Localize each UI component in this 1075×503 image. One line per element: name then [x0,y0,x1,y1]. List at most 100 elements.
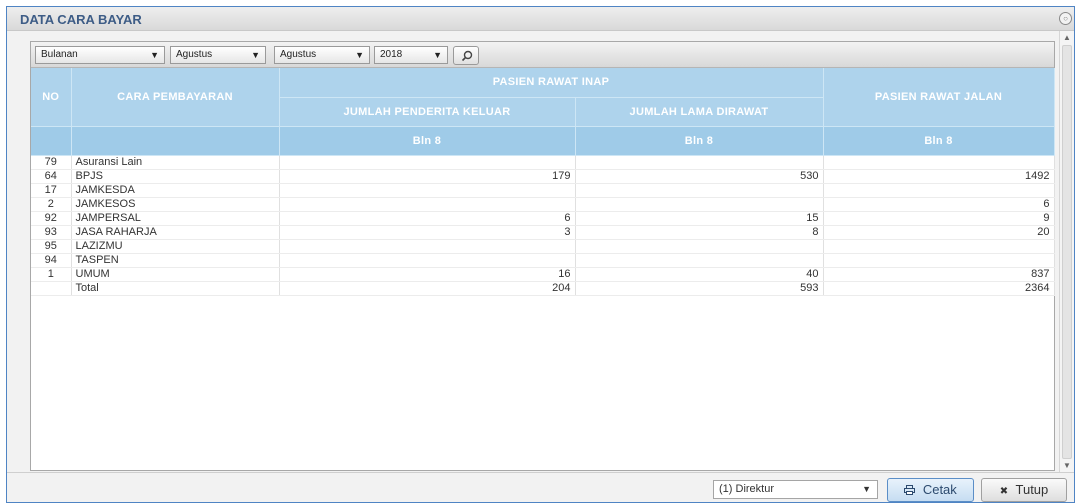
row-lama-cell [575,155,824,170]
tutup-label: Tutup [1015,482,1049,497]
header-bln-lama: Bln 8 [575,126,824,156]
chevron-down-icon: ▼ [862,484,871,494]
row-no-cell: 95 [31,239,72,254]
row-no-cell: 64 [31,169,72,184]
row-no-cell: 79 [31,155,72,170]
total-row: Total 204 593 2364 [31,280,1055,296]
row-jalan-cell [823,155,1055,170]
row-lama-cell: 593 [575,280,824,296]
row-keluar-cell [279,197,576,212]
printer-icon [904,485,916,495]
row-keluar-cell: 6 [279,211,576,226]
row-keluar-cell [279,253,576,268]
row-cara-cell: JAMKESDA [71,183,280,198]
chevron-down-icon: ▼ [355,50,364,60]
row-jalan-cell: 20 [823,225,1055,240]
table-row: 95 LAZIZMU [31,239,1055,254]
header-blank [31,126,72,156]
chevron-down-icon: ▼ [150,50,159,60]
search-icon [461,50,473,62]
search-button[interactable] [453,46,479,65]
row-jalan-cell: 9 [823,211,1055,226]
row-lama-cell [575,197,824,212]
header-cara-pembayaran: CARA PEMBAYARAN [71,68,280,127]
row-keluar-cell: 16 [279,267,576,282]
row-cara-cell: Asuransi Lain [71,155,280,170]
row-jalan-cell [823,183,1055,198]
signer-select[interactable]: (1) Direktur ▼ [713,480,878,499]
table-row: 64 BPJS 179 530 1492 [31,169,1055,184]
row-jalan-cell: 2364 [823,280,1055,296]
row-jalan-cell [823,239,1055,254]
row-no-cell: 17 [31,183,72,198]
table-row: 1 UMUM 16 40 837 [31,267,1055,282]
dialog-footer: (1) Direktur ▼ Cetak ✖ Tutup [7,472,1074,502]
table-row: 92 JAMPERSAL 6 15 9 [31,211,1055,226]
row-lama-cell: 15 [575,211,824,226]
scroll-up-icon[interactable]: ▲ [1063,33,1071,42]
row-lama-cell: 530 [575,169,824,184]
row-lama-cell [575,253,824,268]
header-bln-keluar: Bln 8 [279,126,576,156]
header-rawat-inap: PASIEN RAWAT INAP [279,68,824,98]
row-no-cell: 2 [31,197,72,212]
row-keluar-cell: 204 [279,280,576,296]
row-no-cell [31,280,72,296]
month-to-value: Agustus [280,49,317,60]
header-no: NO [31,68,72,127]
table-row: 17 JAMKESDA [31,183,1055,198]
window-titlebar: DATA CARA BAYAR ○ [7,7,1074,31]
header-blank [71,126,280,156]
row-jalan-cell: 837 [823,267,1055,282]
scrollbar-thumb[interactable] [1062,45,1072,459]
report-panel: Bulanan ▼ Agustus ▼ Agustus ▼ 2018 ▼ NO … [30,41,1055,471]
year-value: 2018 [380,49,403,60]
cetak-label: Cetak [922,482,957,497]
signer-value: (1) Direktur [719,483,775,495]
row-no-cell: 94 [31,253,72,268]
row-cara-cell: TASPEN [71,253,280,268]
year-select[interactable]: 2018 ▼ [374,46,448,64]
period-type-value: Bulanan [41,49,78,60]
tutup-button[interactable]: ✖ Tutup [981,478,1067,502]
chevron-down-icon: ▼ [433,50,442,60]
row-cara-cell: BPJS [71,169,280,184]
row-keluar-cell [279,239,576,254]
row-lama-cell [575,239,824,254]
row-cara-cell: JASA RAHARJA [71,225,280,240]
row-cara-cell: JAMPERSAL [71,211,280,226]
row-jalan-cell [823,253,1055,268]
row-lama-cell: 40 [575,267,824,282]
row-keluar-cell [279,183,576,198]
row-cara-cell: Total [71,280,280,296]
vertical-scrollbar[interactable]: ▲ ▼ [1059,31,1074,472]
scroll-down-icon[interactable]: ▼ [1063,461,1071,470]
table-row: 93 JASA RAHARJA 3 8 20 [31,225,1055,240]
table-row: 79 Asuransi Lain [31,155,1055,170]
row-keluar-cell: 3 [279,225,576,240]
row-cara-cell: JAMKESOS [71,197,280,212]
period-type-select[interactable]: Bulanan ▼ [35,46,165,64]
cetak-button[interactable]: Cetak [887,478,974,502]
row-no-cell: 1 [31,267,72,282]
month-from-select[interactable]: Agustus ▼ [170,46,266,64]
table-row: 2 JAMKESOS 6 [31,197,1055,212]
circle-close-icon[interactable]: ○ [1059,12,1072,25]
header-bln-jalan: Bln 8 [823,126,1055,156]
row-lama-cell [575,183,824,198]
row-no-cell: 92 [31,211,72,226]
table-body: 79 Asuransi Lain 64 BPJS 179 530 1492 17 JAMKESD… [31,155,1055,296]
header-jumlah-penderita-keluar: JUMLAH PENDERITA KELUAR [279,97,576,127]
month-to-select[interactable]: Agustus ▼ [274,46,370,64]
close-x-icon: ✖ [999,486,1009,497]
header-jumlah-lama-dirawat: JUMLAH LAMA DIRAWAT [575,97,824,127]
payment-report-table: NO CARA PEMBAYARAN PASIEN RAWAT INAP PAS… [31,68,1055,296]
row-no-cell: 93 [31,225,72,240]
header-rawat-jalan: PASIEN RAWAT JALAN [823,68,1055,127]
filter-toolbar: Bulanan ▼ Agustus ▼ Agustus ▼ 2018 ▼ [31,42,1054,68]
table-row: 94 TASPEN [31,253,1055,268]
month-from-value: Agustus [176,49,213,60]
chevron-down-icon: ▼ [251,50,260,60]
row-jalan-cell: 6 [823,197,1055,212]
row-cara-cell: LAZIZMU [71,239,280,254]
